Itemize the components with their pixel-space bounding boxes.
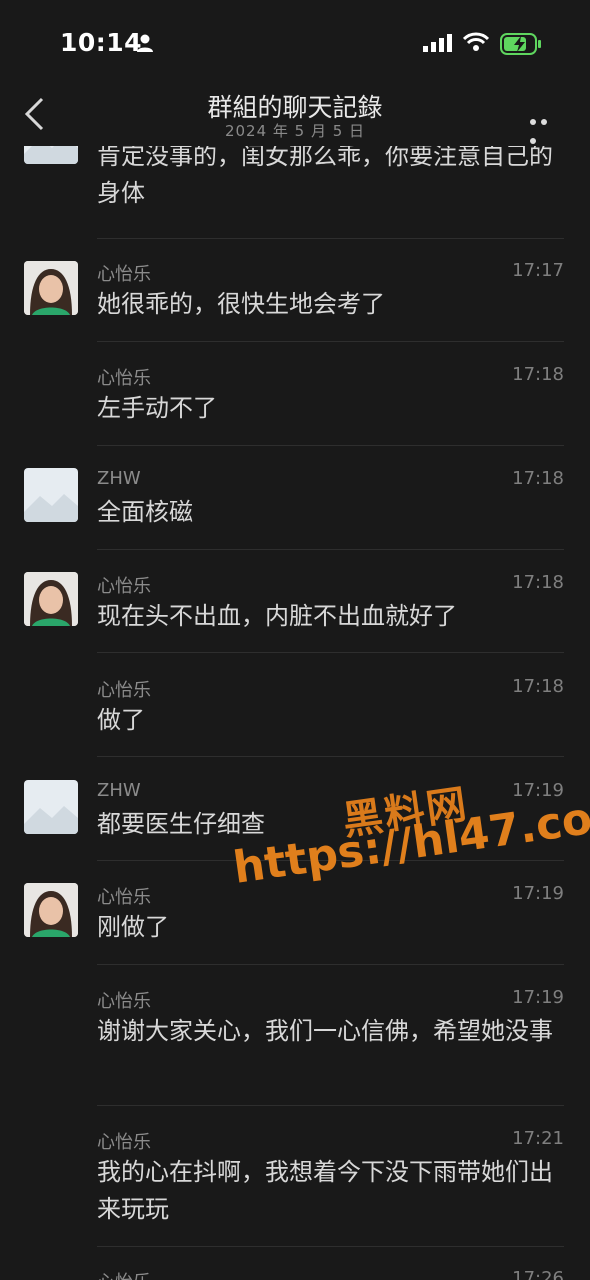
battery-charging-icon: [500, 33, 541, 55]
sender-name: 心怡乐: [97, 1132, 151, 1153]
sender-name: 心怡乐: [97, 887, 151, 908]
message-text: 做了: [97, 706, 145, 734]
message-item: 心怡乐 17:18 做了: [0, 674, 590, 754]
avatar-placeholder-icon[interactable]: [24, 146, 78, 164]
status-time: 10:14: [60, 28, 143, 57]
message-text: 肯定没事的，闺女那么乖，你要注意自己的身体: [97, 146, 553, 207]
message-text: 都要医生仔细查: [97, 810, 265, 838]
avatar-image[interactable]: [24, 261, 78, 315]
message-text: 左手动不了: [97, 394, 217, 422]
message-text: 现在头不出血，内脏不出血就好了: [97, 602, 457, 630]
divider: [97, 445, 564, 446]
chat-header: 群組的聊天記錄 2024 年 5 月 5 日: [0, 88, 590, 146]
message-item: 心怡乐 17:18 现在头不出血，内脏不出血就好了: [0, 570, 590, 650]
message-item: 心怡乐 17:26: [0, 1266, 590, 1280]
sender-name: 心怡乐: [97, 264, 151, 285]
sender-name: ZHW: [97, 468, 141, 489]
divider: [97, 1246, 564, 1247]
divider: [97, 341, 564, 342]
message-time: 17:18: [512, 364, 564, 385]
message-list[interactable]: 肯定没事的，闺女那么乖，你要注意自己的身体 心怡乐 17:17 她很乖的，很快生…: [0, 146, 590, 1280]
message-time: 17:19: [512, 987, 564, 1008]
message-time: 17:18: [512, 572, 564, 593]
message-item: 心怡乐 17:17 她很乖的，很快生地会考了: [0, 258, 590, 338]
message-text: 我的心在抖啊，我想着今下没下雨带她们出来玩玩: [97, 1158, 553, 1223]
sender-name: 心怡乐: [97, 576, 151, 597]
cellular-signal-icon: [423, 34, 452, 52]
divider: [97, 756, 564, 757]
sender-name: 心怡乐: [97, 1268, 151, 1280]
avatar-image[interactable]: [24, 572, 78, 626]
message-time: 17:17: [512, 260, 564, 281]
sender-name: 心怡乐: [97, 991, 151, 1012]
message-text: 刚做了: [97, 913, 169, 941]
person-icon: [137, 34, 153, 52]
chat-title: 群組的聊天記錄: [207, 93, 383, 122]
chat-date: 2024 年 5 月 5 日: [224, 122, 366, 140]
message-item: 心怡乐 17:21 我的心在抖啊，我想着今下没下雨带她们出来玩玩: [0, 1126, 590, 1246]
avatar-placeholder-icon[interactable]: [24, 780, 78, 834]
more-options-icon[interactable]: [530, 110, 562, 144]
avatar-placeholder-icon[interactable]: [24, 468, 78, 522]
wifi-icon: [463, 32, 489, 51]
message-item: 心怡乐 17:19 刚做了: [0, 881, 590, 961]
message-item: 心怡乐 17:19 谢谢大家关心，我们一心信佛，希望她没事: [0, 985, 590, 1105]
message-text: 谢谢大家关心，我们一心信佛，希望她没事: [97, 1017, 553, 1045]
message-time: 17:18: [512, 468, 564, 489]
message-item: ZHW 17:18 全面核磁: [0, 466, 590, 546]
divider: [97, 238, 564, 239]
sender-name: 心怡乐: [97, 368, 151, 389]
status-bar: 10:14: [0, 0, 590, 88]
message-time: 17:19: [512, 780, 564, 801]
divider: [97, 549, 564, 550]
divider: [97, 860, 564, 861]
sender-name: ZHW: [97, 780, 141, 801]
avatar-image[interactable]: [24, 883, 78, 937]
message-time: 17:18: [512, 676, 564, 697]
divider: [97, 1105, 564, 1106]
sender-name: 心怡乐: [97, 680, 151, 701]
message-item: 肯定没事的，闺女那么乖，你要注意自己的身体: [0, 146, 590, 238]
divider: [97, 964, 564, 965]
divider: [97, 652, 564, 653]
message-item: 心怡乐 17:18 左手动不了: [0, 362, 590, 442]
message-time: 17:19: [512, 883, 564, 904]
message-time: 17:21: [512, 1128, 564, 1149]
message-time: 17:26: [512, 1268, 564, 1280]
message-text: 她很乖的，很快生地会考了: [97, 290, 385, 318]
message-item: ZHW 17:19 都要医生仔细查: [0, 778, 590, 858]
message-text: 全面核磁: [97, 498, 193, 526]
